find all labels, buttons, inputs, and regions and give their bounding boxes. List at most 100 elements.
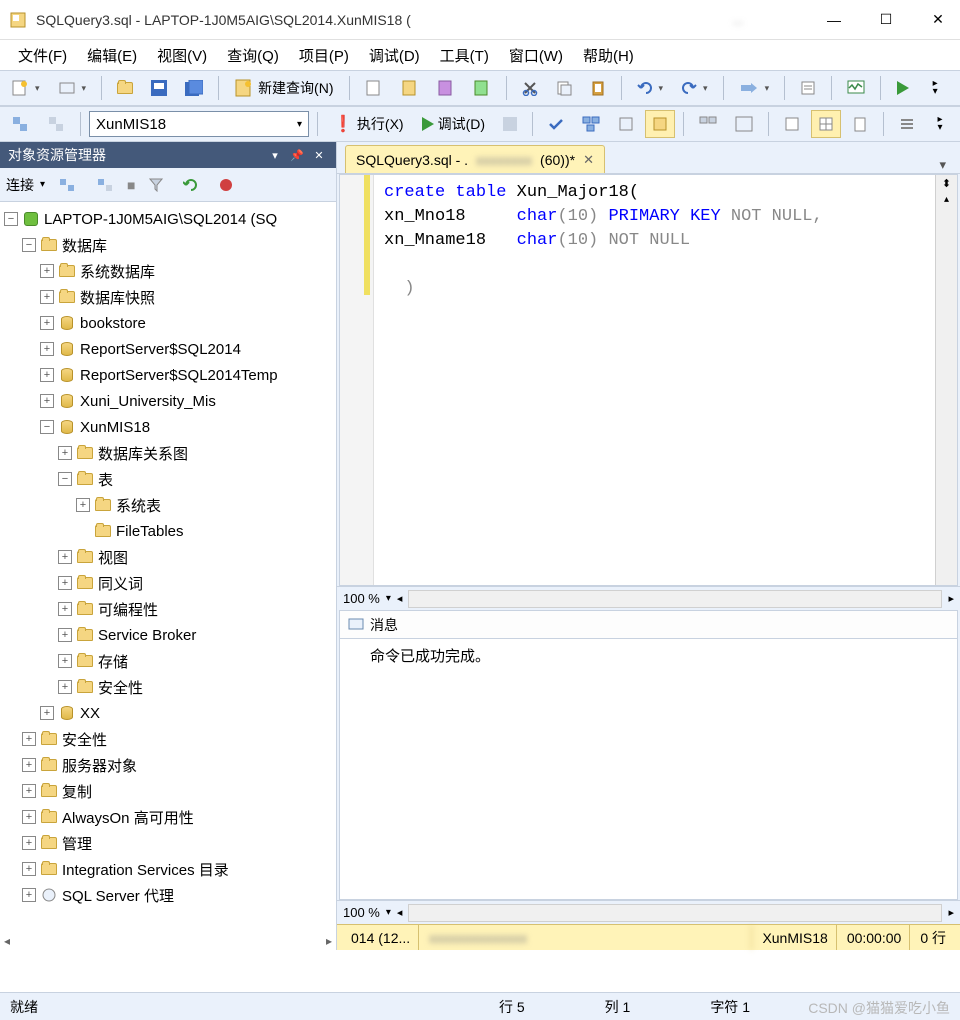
menu-file[interactable]: 文件(F) xyxy=(8,41,77,70)
include-stats-button[interactable] xyxy=(728,110,760,138)
comment-button[interactable] xyxy=(892,110,922,138)
msg-zoom-value[interactable]: 100 % xyxy=(343,905,380,920)
menu-edit[interactable]: 编辑(E) xyxy=(77,41,147,70)
paste-button[interactable] xyxy=(583,74,613,102)
tree-reportserver[interactable]: +ReportServer$SQL2014 xyxy=(0,336,336,362)
menu-help[interactable]: 帮助(H) xyxy=(573,41,644,70)
oe-disconnect-icon[interactable] xyxy=(89,171,121,199)
status-col: 列 1 xyxy=(605,997,631,1017)
undo-button[interactable]: ▾ xyxy=(630,74,671,102)
editor-code[interactable]: create table Xun_Major18( xn_Mno18 char(… xyxy=(374,175,935,585)
connect-label[interactable]: 连接 xyxy=(6,175,34,195)
tree-iscatalog[interactable]: +Integration Services 目录 xyxy=(0,856,336,882)
tree-management[interactable]: +管理 xyxy=(0,830,336,856)
tabstrip-dropdown-icon[interactable]: ▾ xyxy=(933,157,952,173)
tree-filetables[interactable]: FileTables xyxy=(0,518,336,544)
activity-monitor-button[interactable] xyxy=(840,74,872,102)
redo-button[interactable]: ▾ xyxy=(674,74,715,102)
menu-query[interactable]: 查询(Q) xyxy=(217,41,289,70)
cut-button[interactable] xyxy=(515,74,545,102)
tree-storage[interactable]: +存储 xyxy=(0,648,336,674)
object-tree[interactable]: −LAPTOP-1J0M5AIG\SQL2014 (SQ −数据库 +系统数据库… xyxy=(0,202,336,932)
tree-server[interactable]: −LAPTOP-1J0M5AIG\SQL2014 (SQ xyxy=(0,206,336,232)
tab-sqlquery3[interactable]: SQLQuery3.sql - . xxxxxxxx (60))* ✕ xyxy=(345,145,605,173)
dmx-query-button[interactable] xyxy=(430,74,462,102)
database-combo[interactable]: XunMIS18▾ xyxy=(89,111,309,137)
tree-replication[interactable]: +复制 xyxy=(0,778,336,804)
refresh-icon[interactable] xyxy=(176,171,206,199)
tree-xunmis18[interactable]: −XunMIS18 xyxy=(0,414,336,440)
menu-tools[interactable]: 工具(T) xyxy=(430,41,499,70)
copy-button[interactable] xyxy=(549,74,579,102)
start-button[interactable] xyxy=(889,74,917,102)
properties-button[interactable] xyxy=(793,74,823,102)
results-file-button[interactable] xyxy=(845,110,875,138)
tree-bookstore[interactable]: +bookstore xyxy=(0,310,336,336)
change-connection-button[interactable] xyxy=(40,110,72,138)
estimated-plan-button[interactable] xyxy=(575,110,607,138)
query-options-button[interactable] xyxy=(611,110,641,138)
tree-programmability[interactable]: +可编程性 xyxy=(0,596,336,622)
editor-zoombar: 100 %▾ ◂ ▸ xyxy=(337,586,960,610)
tree-servicebroker[interactable]: +Service Broker xyxy=(0,622,336,648)
menu-project[interactable]: 项目(P) xyxy=(289,41,359,70)
new-item-button[interactable]: ▾ xyxy=(51,74,94,102)
save-button[interactable] xyxy=(144,74,174,102)
connect-button[interactable] xyxy=(4,110,36,138)
maximize-button[interactable]: ☐ xyxy=(872,6,900,34)
tree-security-db[interactable]: +安全性 xyxy=(0,674,336,700)
sql-editor[interactable]: create table Xun_Major18( xn_Mno18 char(… xyxy=(339,174,958,586)
tree-tables[interactable]: −表 xyxy=(0,466,336,492)
new-project-button[interactable]: ▾ xyxy=(4,74,47,102)
execute-button[interactable]: ❗执行(X) xyxy=(326,110,411,138)
zoom-value[interactable]: 100 % xyxy=(343,591,380,606)
tree-security[interactable]: +安全性 xyxy=(0,726,336,752)
mdx-query-button[interactable] xyxy=(394,74,426,102)
panel-dropdown-icon[interactable]: ▾ xyxy=(266,146,284,164)
editor-vscroll[interactable]: ⬍▴ xyxy=(935,175,957,585)
cancel-query-button[interactable] xyxy=(496,110,524,138)
minimize-button[interactable]: — xyxy=(820,6,848,34)
xmla-query-button[interactable] xyxy=(466,74,498,102)
tree-synonyms[interactable]: +同义词 xyxy=(0,570,336,596)
tree-dbdiagram[interactable]: +数据库关系图 xyxy=(0,440,336,466)
menu-window[interactable]: 窗口(W) xyxy=(499,41,573,70)
pin-icon[interactable]: 📌 xyxy=(288,146,306,164)
tree-views[interactable]: +视图 xyxy=(0,544,336,570)
menu-debug[interactable]: 调试(D) xyxy=(359,41,430,70)
tree-hscroll[interactable]: ◂▸ xyxy=(0,932,336,950)
parse-button[interactable] xyxy=(541,110,571,138)
open-button[interactable] xyxy=(110,74,140,102)
intellisense-button[interactable] xyxy=(645,110,675,138)
results-grid-button[interactable] xyxy=(811,110,841,138)
tree-systables[interactable]: +系统表 xyxy=(0,492,336,518)
toolbar2-overflow[interactable]: ▸▾ xyxy=(926,110,954,138)
tree-sysdb[interactable]: +系统数据库 xyxy=(0,258,336,284)
tree-serverobj[interactable]: +服务器对象 xyxy=(0,752,336,778)
close-button[interactable]: ✕ xyxy=(924,6,952,34)
tree-dbsnap[interactable]: +数据库快照 xyxy=(0,284,336,310)
include-plan-button[interactable] xyxy=(692,110,724,138)
nav-back-button[interactable]: ▾ xyxy=(732,74,777,102)
messages-tab[interactable]: 消息 xyxy=(340,611,957,639)
tree-sqlagent[interactable]: +SQL Server 代理 xyxy=(0,882,336,908)
editor-hscroll[interactable] xyxy=(408,590,942,608)
tree-databases[interactable]: −数据库 xyxy=(0,232,336,258)
panel-close-icon[interactable]: ✕ xyxy=(310,146,328,164)
tab-close-icon[interactable]: ✕ xyxy=(583,152,594,168)
toolbar-overflow[interactable]: ▸▾ xyxy=(921,74,949,102)
tree-reportservertemp[interactable]: +ReportServer$SQL2014Temp xyxy=(0,362,336,388)
results-text-button[interactable] xyxy=(777,110,807,138)
db-engine-query-button[interactable] xyxy=(358,74,390,102)
new-query-button[interactable]: 新建查询(N) xyxy=(227,74,340,102)
oe-stop-icon[interactable] xyxy=(212,171,240,199)
tree-alwayson[interactable]: +AlwaysOn 高可用性 xyxy=(0,804,336,830)
menu-view[interactable]: 视图(V) xyxy=(147,41,217,70)
debug-button[interactable]: 调试(D) xyxy=(415,110,492,138)
messages-hscroll[interactable] xyxy=(408,904,942,922)
tree-xuni[interactable]: +Xuni_University_Mis xyxy=(0,388,336,414)
save-all-button[interactable] xyxy=(178,74,210,102)
filter-icon[interactable] xyxy=(142,171,170,199)
oe-connect-icon[interactable] xyxy=(51,171,83,199)
tree-xx[interactable]: +XX xyxy=(0,700,336,726)
